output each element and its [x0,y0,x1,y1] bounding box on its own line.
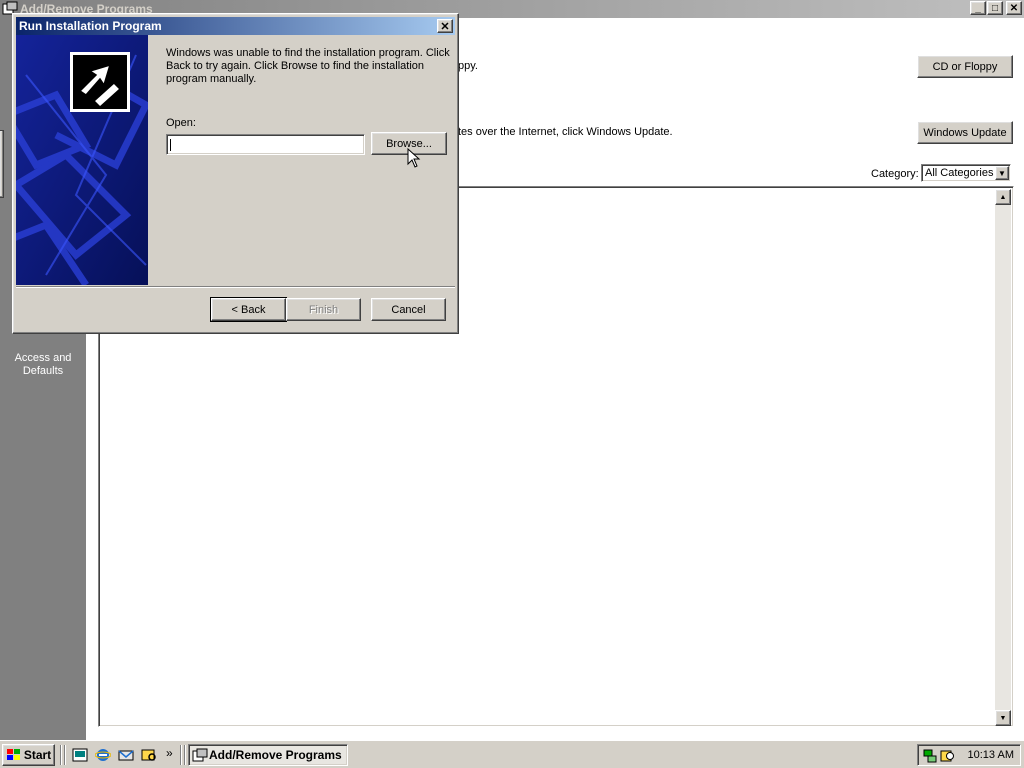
close-icon: ✕ [440,20,450,33]
mouse-pointer-icon [407,148,421,168]
cd-instructions-text: ppy. [458,60,478,72]
run-installation-dialog: Run Installation Program ✕ Windows was u… [12,13,459,334]
category-label: Category: [871,168,919,180]
outlook-express-icon[interactable] [118,747,134,763]
windows-update-button[interactable]: Windows Update [917,121,1013,144]
wizard-banner-image [16,35,148,285]
windows-logo-icon [6,749,20,760]
dialog-title: Run Installation Program [19,19,162,33]
clock: 10:13 AM [967,749,1014,761]
start-button[interactable]: Start [2,744,55,766]
open-label: Open: [166,117,196,129]
add-remove-programs-icon [192,748,208,762]
minimize-icon: _ [975,2,981,14]
dialog-message: Windows was unable to find the installat… [166,47,450,85]
show-desktop-icon[interactable] [72,747,88,763]
back-button[interactable]: < Back [210,297,287,322]
taskbar-separator [184,745,186,765]
wizard-banner-graphic [16,35,148,285]
windows-explorer-icon[interactable] [141,747,157,763]
scroll-up-icon[interactable]: ▲ [995,189,1011,205]
network-icon[interactable] [922,748,938,764]
finish-button[interactable]: Finish [286,298,361,321]
dropdown-arrow-icon[interactable]: ▼ [995,166,1009,180]
dialog-title-bar[interactable]: Run Installation Program ✕ [16,17,455,35]
dialog-separator [16,286,455,288]
close-button[interactable]: ✕ [1006,1,1022,15]
cd-or-floppy-button[interactable]: CD or Floppy [917,55,1013,78]
category-dropdown[interactable]: All Categories ▼ [921,164,1011,182]
category-selected-value: All Categories [925,167,994,179]
taskbar: Start » Add/Remove Programs 10:13 AM [0,740,1024,768]
search-tray-icon[interactable] [940,748,956,764]
vertical-scrollbar[interactable]: ▲ ▼ [995,189,1011,726]
open-path-input[interactable] [166,134,365,155]
restore-icon: □ [991,2,999,14]
internet-explorer-icon[interactable] [95,747,111,763]
left-panel-tab[interactable] [0,130,4,198]
task-add-remove-programs[interactable]: Add/Remove Programs [188,744,348,766]
task-label: Add/Remove Programs [209,748,342,762]
scroll-down-icon[interactable]: ▼ [995,710,1011,726]
maximize-button[interactable]: □ [987,1,1003,15]
taskbar-separator [180,745,182,765]
system-tray: 10:13 AM [917,744,1021,766]
minimize-button[interactable]: _ [970,1,986,15]
quick-launch-chevron[interactable]: » [166,746,173,760]
text-caret [170,139,171,151]
set-program-access-defaults-label[interactable]: Access and Defaults [6,352,80,378]
close-icon: ✕ [1009,2,1019,14]
cancel-button[interactable]: Cancel [371,298,446,321]
taskbar-separator [60,745,62,765]
windows-update-instructions-text: tes over the Internet, click Windows Upd… [458,126,673,138]
dialog-close-button[interactable]: ✕ [437,19,453,33]
taskbar-separator [64,745,66,765]
start-label: Start [23,748,52,762]
